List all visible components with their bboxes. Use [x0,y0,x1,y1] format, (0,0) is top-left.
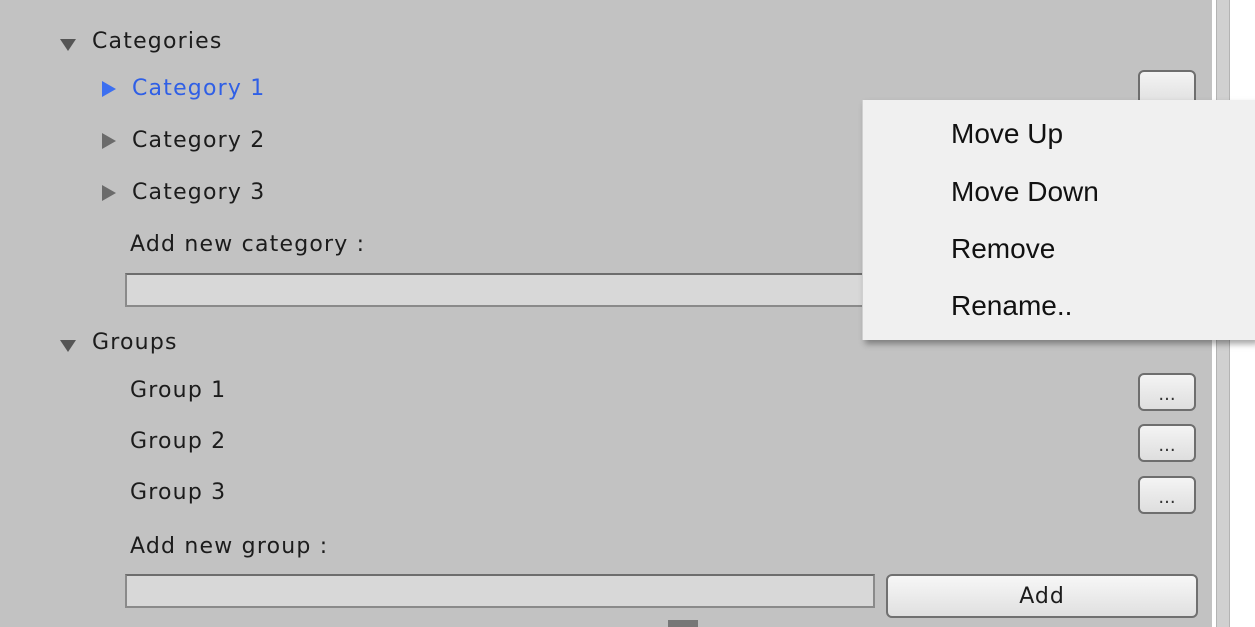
group-item-2: Group 2 [130,429,227,454]
foldout-collapsed-icon [102,81,116,97]
categories-header: Categories [92,29,223,54]
add-category-input[interactable] [125,273,875,307]
group-2-options-button[interactable]: ... [1138,424,1196,462]
group-3-options-button[interactable]: ... [1138,476,1196,514]
foldout-expanded-icon [60,340,76,352]
add-group-button[interactable]: Add [886,574,1198,618]
menu-item-remove[interactable]: Remove [951,233,1055,265]
menu-item-rename[interactable]: Rename.. [951,290,1072,322]
group-1-options-button[interactable]: ... [1138,373,1196,411]
category-label: Category 1 [132,76,266,101]
context-menu: Move Up Move Down Remove Rename.. [862,100,1255,340]
group-item-3: Group 3 [130,480,227,505]
category-label: Category 3 [132,180,266,205]
menu-item-move-down[interactable]: Move Down [951,176,1099,208]
menu-item-move-up[interactable]: Move Up [951,118,1063,150]
foldout-expanded-icon [60,39,76,51]
category-label: Category 2 [132,128,266,153]
resize-handle [668,620,698,627]
groups-header: Groups [92,330,178,355]
add-category-label: Add new category : [130,232,366,257]
group-item-1: Group 1 [130,378,227,403]
add-group-label: Add new group : [130,534,329,559]
foldout-collapsed-icon [102,185,116,201]
foldout-collapsed-icon [102,133,116,149]
add-group-input[interactable] [125,574,875,608]
